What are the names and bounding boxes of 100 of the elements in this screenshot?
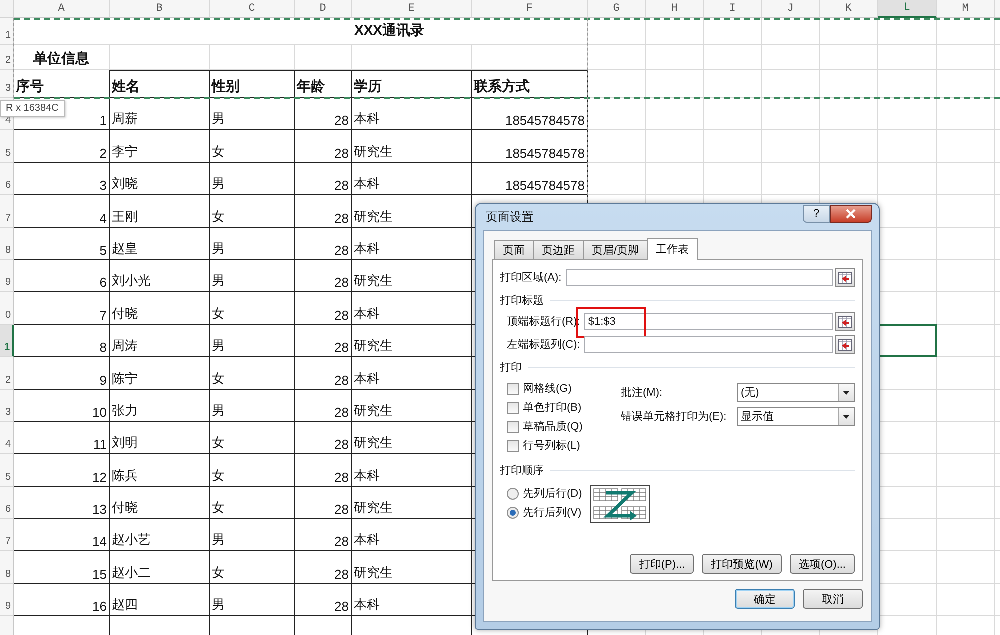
section-heading: 打印顺序 — [500, 464, 544, 478]
field-label: 批注(M): — [621, 386, 664, 400]
table-cell: 28 — [295, 390, 352, 422]
table-cell: 本科 — [352, 228, 472, 260]
table-cell: 男 — [210, 324, 295, 358]
table-cell: 女 — [210, 357, 295, 390]
table-cell: 3 — [14, 162, 110, 196]
table-cell: 10 — [14, 390, 110, 422]
table-cell: 18545784578 — [472, 162, 588, 196]
table-cell: 本科 — [352, 292, 472, 325]
table-cell: 研究生 — [352, 195, 472, 228]
table-cell: 女 — [210, 454, 295, 487]
field-label: 左端标题列(C): — [507, 338, 582, 352]
table-cell: 28 — [295, 551, 352, 584]
table-cell: 女 — [210, 292, 295, 325]
table-cell: 28 — [295, 162, 352, 196]
table-cell: 研究生 — [352, 551, 472, 584]
table-cell: 28 — [295, 228, 352, 260]
sheet-title: XXX通讯录 — [14, 18, 588, 45]
column-heading: 年龄 — [295, 70, 352, 98]
table-cell: 研究生 — [352, 324, 472, 358]
table-cell: 研究生 — [352, 422, 472, 454]
table-cell: 研究生 — [352, 130, 472, 163]
table-cell: 本科 — [352, 584, 472, 616]
checkbox-label: 草稿品质(Q) — [523, 420, 583, 434]
table-cell: 18545784578 — [472, 98, 588, 130]
table-cell: 6 — [14, 260, 110, 292]
table-cell: 女 — [210, 195, 295, 228]
table-cell: 11 — [14, 422, 110, 454]
table-cell: 刘晓 — [110, 162, 210, 196]
table-cell: 女 — [210, 486, 295, 520]
section-heading: 打印标题 — [500, 294, 544, 308]
table-cell: 男 — [210, 98, 295, 130]
table-cell: 本科 — [352, 357, 472, 390]
table-cell: 女 — [210, 551, 295, 584]
field-label: 错误单元格打印为(E): — [621, 410, 728, 424]
table-cell: 本科 — [352, 162, 472, 196]
radio-label: 先行后列(V) — [523, 506, 582, 520]
table-cell: 28 — [295, 292, 352, 325]
table-cell: 28 — [295, 454, 352, 487]
table-cell: 9 — [14, 357, 110, 390]
table-cell: 28 — [295, 519, 352, 552]
table-cell: 28 — [295, 324, 352, 358]
table-cell: 本科 — [352, 98, 472, 130]
table-cell: 赵小二 — [110, 551, 210, 584]
table-cell: 16 — [14, 584, 110, 616]
table-cell: 2 — [14, 130, 110, 163]
table-cell: 赵四 — [110, 584, 210, 616]
table-cell: 8 — [14, 324, 110, 358]
table-cell: 5 — [14, 228, 110, 260]
table-cell: 单位信息 — [14, 45, 110, 70]
table-cell: 男 — [210, 260, 295, 292]
table-cell: 陈宁 — [110, 357, 210, 390]
table-cell: 研究生 — [352, 260, 472, 292]
table-cell: 28 — [295, 486, 352, 520]
table-cell: 男 — [210, 584, 295, 616]
table-cell: 赵皇 — [110, 228, 210, 260]
table-cell: 刘明 — [110, 422, 210, 454]
section-heading: 打印 — [500, 361, 522, 375]
table-cell: 付晓 — [110, 292, 210, 325]
table-cell: 28 — [295, 130, 352, 163]
column-heading: 姓名 — [110, 70, 210, 98]
checkbox-label: 网格线(G) — [523, 382, 572, 396]
table-cell: 本科 — [352, 519, 472, 552]
table-cell: 男 — [210, 228, 295, 260]
table-cell: 周涛 — [110, 324, 210, 358]
table-cell: 周薪 — [110, 98, 210, 130]
table-cell: 28 — [295, 584, 352, 616]
radio-label: 先列后行(D) — [523, 487, 582, 501]
table-cell: 付晓 — [110, 486, 210, 520]
table-cell: 男 — [210, 162, 295, 196]
field-label: 打印区域(A): — [500, 271, 563, 285]
table-cell: 张力 — [110, 390, 210, 422]
column-heading: 性别 — [210, 70, 295, 98]
dialog-title: 页面设置 — [485, 208, 535, 226]
table-cell: 18545784578 — [472, 130, 588, 163]
column-heading: 序号 — [14, 70, 110, 98]
table-cell: 王刚 — [110, 195, 210, 228]
table-cell: 15 — [14, 551, 110, 584]
table-cell: 14 — [14, 519, 110, 552]
checkbox-label: 行号列标(L) — [523, 439, 580, 453]
table-cell: 研究生 — [352, 390, 472, 422]
table-cell: 28 — [295, 357, 352, 390]
table-cell: 李宁 — [110, 130, 210, 163]
table-cell: 刘小光 — [110, 260, 210, 292]
table-cell: 28 — [295, 260, 352, 292]
table-cell: 12 — [14, 454, 110, 487]
table-cell: 本科 — [352, 454, 472, 487]
checkbox-label: 单色打印(B) — [523, 401, 582, 415]
table-cell: 28 — [295, 98, 352, 130]
table-cell: 4 — [14, 195, 110, 228]
table-cell: 7 — [14, 292, 110, 325]
column-heading: 学历 — [352, 70, 472, 98]
table-cell: 男 — [210, 390, 295, 422]
table-cell: 女 — [210, 130, 295, 163]
column-heading: 联系方式 — [472, 70, 588, 98]
table-cell: 男 — [210, 519, 295, 552]
table-cell: 赵小艺 — [110, 519, 210, 552]
table-cell: 28 — [295, 195, 352, 228]
table-cell: 28 — [295, 422, 352, 454]
